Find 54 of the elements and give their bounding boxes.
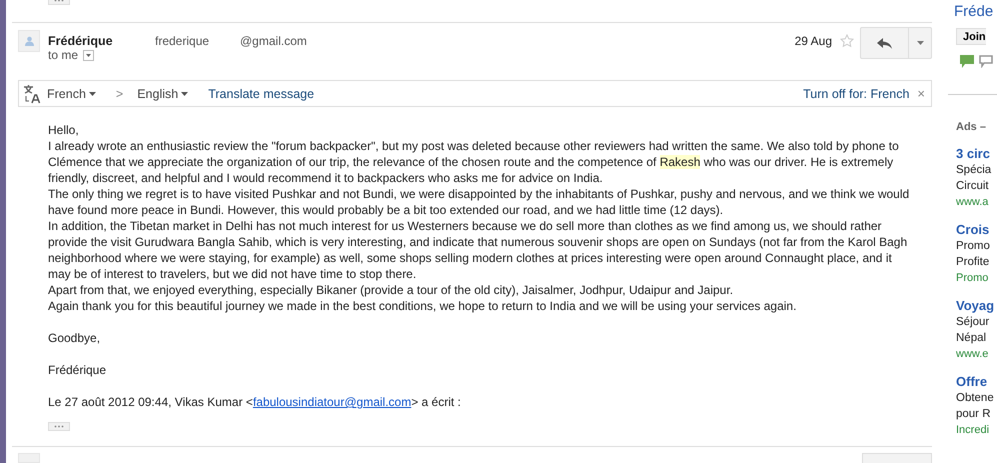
message-paragraph: In addition, the Tibetan market in Delhi has not much interest for us Westerners because we do sell more than clothes as we find among us, we should rather provide the visit Gurudwara Bangla Sahib, which is very interesting, and indicate that numerous souvenir shops are open on Sundays (not far from the Karol Bagh neighborhood where we were staying, for example) as well, some shops selling modern clothes at prices interesting were open around Connaught place, and it may be of interest to travelers, but we did not have time to stop there. <box>48 218 908 282</box>
ad-title[interactable]: Crois <box>956 222 997 238</box>
ad-text: Spécia <box>956 163 992 178</box>
ad-text: Obtene <box>956 391 995 406</box>
source-language-dropdown[interactable]: French <box>47 86 96 100</box>
star-icon[interactable] <box>840 34 854 48</box>
person-icon <box>24 36 34 46</box>
target-language-dropdown[interactable]: English <box>137 86 188 100</box>
details-dropdown[interactable] <box>83 50 94 60</box>
message-paragraph: The only thing we regret is to have visited Pushkar and not Bundi, we were disappointed by the inhabitants of Pushkar, pushy and nervous, and we think we would have found more peace in Bundi. However, this would probably be a bit too extended our road, and we had little time (12 days). <box>48 186 910 218</box>
sender-email-domain: @gmail.com <box>240 34 307 48</box>
message-paragraph: Goodbye, <box>48 330 102 346</box>
ad-url: Incredi <box>956 423 990 438</box>
ad-url: Promo <box>956 271 990 286</box>
turn-off-link[interactable]: Turn off for: French <box>803 86 910 100</box>
reply-icon <box>877 38 892 48</box>
ellipsis-icon <box>54 425 64 428</box>
email-link[interactable]: fabulousindiatour@gmail.com <box>252 395 412 409</box>
sender-name: Frédérique <box>48 34 114 48</box>
ad-text: Promo <box>956 239 991 254</box>
quote-header: Le 27 août 2012 09:44, Vikas Kumar <fabulousindiatour@gmail.com> a écrit : <box>48 394 462 410</box>
ad-text: Séjour <box>956 315 990 330</box>
ad-text: Népal <box>956 331 988 346</box>
sender-email-user: frederique <box>155 34 210 48</box>
ad-text: pour R <box>956 407 992 422</box>
message-paragraph: Frédérique <box>48 362 108 378</box>
ad-url: www.a <box>956 195 990 210</box>
arrow-text: > <box>116 86 124 100</box>
translate-link[interactable]: Translate message <box>208 86 314 100</box>
ad-title[interactable]: 3 circ <box>956 146 997 162</box>
message-paragraph: Hello, <box>48 122 80 138</box>
message-date: 29 Aug <box>794 34 832 48</box>
message-paragraph: Again thank you for this beautiful journey we made in the best conditions, we hope to return to India and we will be using your services again. <box>48 298 798 314</box>
ad-url: www.e <box>956 347 990 362</box>
caret-icon <box>86 54 92 56</box>
chat-bubble-icon[interactable] <box>979 55 993 68</box>
close-button[interactable]: × <box>917 86 925 101</box>
ad-title[interactable]: Offre <box>956 374 997 390</box>
join-button[interactable]: Join <box>956 28 986 45</box>
message-paragraph: I already wrote an enthusiastic review the "forum backpacker", but my post was deleted because other reviewers had written the same. We also told by phone to Clémence that we appreciate the organization of our trip, the relevance of the chosen route and the competence of Rakesh who was our driver. He is extremely friendly, discreet, and helpful and I would recommend it to backpackers who asks me for advice on India. <box>48 138 900 186</box>
ads-label: Ads – <box>956 121 987 133</box>
recipient-label: to me <box>48 48 78 62</box>
caret-icon <box>181 92 188 96</box>
ad-title[interactable]: Voyag <box>956 298 997 314</box>
caret-icon <box>88 92 96 96</box>
show-trimmed-button[interactable] <box>48 422 70 431</box>
ad-text: Profite <box>956 255 990 270</box>
avatar <box>18 453 40 463</box>
caret-icon <box>916 41 924 45</box>
chat-bubble-icon[interactable] <box>960 55 974 68</box>
ad-text: Circuit <box>956 179 990 194</box>
message-paragraph: Apart from that, we enjoyed everything, especially Bikaner (provide a tour of the old city), Jaisalmer, Jodhpur, Udaipur and Jaipur. <box>48 282 734 298</box>
contact-name[interactable]: Fréde <box>954 3 997 20</box>
translate-icon <box>23 84 41 104</box>
